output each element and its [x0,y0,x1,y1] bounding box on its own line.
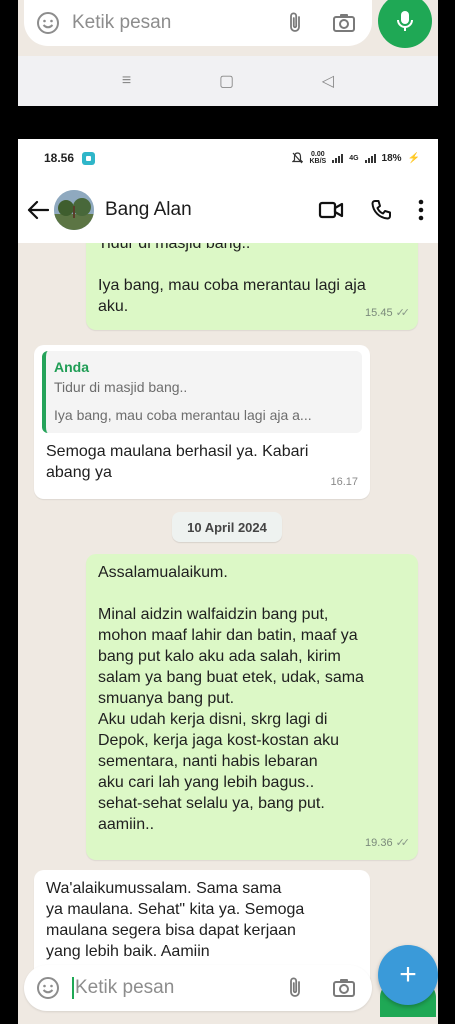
voice-call-icon[interactable] [370,199,392,221]
system-nav-bar: ≡ ▢ ◁ [18,56,438,106]
mute-icon [292,152,304,164]
mic-button[interactable] [378,0,432,48]
message-timestamp: 19.36 ✓✓ [365,833,411,854]
quote-line: Tidur di masjid bang.. [54,379,188,395]
home-button[interactable]: ▢ [219,71,234,91]
placeholder-text: Ketik pesan [75,977,175,998]
text-cursor [72,976,74,999]
attach-icon[interactable] [286,11,304,35]
message-line: sehat-sehat selalu ya, bang put. [98,795,325,812]
incoming-message[interactable]: Anda Tidur di masjid bang.. Iya bang, ma… [34,345,370,499]
message-line: sementara, nanti habis lebaran [98,753,318,770]
message-line: smuanya bang put. [98,690,235,707]
message-line: mohon maaf lahir dan batin, maaf ya [98,627,358,644]
network-speed: 0.00 KB/S [309,151,326,165]
more-options-icon[interactable] [418,199,424,221]
message-line: Aku udah kerja disni, skrg lagi di [98,711,328,728]
chat-header: Bang Alan [18,177,438,243]
chat-screen: 18.56 0.00 KB/S 4G 18% ⚡ Bang Alan Tidur… [18,139,438,1024]
message-list[interactable]: Tidur di masjid bang.. Iya bang, mau cob… [18,243,438,1024]
add-fab-button[interactable]: + [378,945,438,1005]
network-type: 4G [349,154,359,162]
outgoing-message[interactable]: Tidur di masjid bang.. Iya bang, mau cob… [86,243,418,330]
top-message-input[interactable]: Ketik pesan [24,0,372,46]
message-line: Minal aidzin walfaidzin bang put, [98,606,329,623]
message-timestamp: 15.45 ✓✓ [365,303,411,324]
message-line: aamiin.. [98,816,155,833]
message-line: abang ya [46,464,112,481]
app-notification-icon [82,151,96,165]
message-line: bang put kalo aku ada salah, kirim [98,648,341,665]
top-input-placeholder: Ketik pesan [72,12,172,33]
message-line: Iya bang, mau coba merantau lagi aja [98,277,366,294]
message-line: yang lebih baik. Aamiin [46,943,210,960]
date-separator: 10 April 2024 [172,512,282,542]
speed-value: 0.00 [311,151,325,158]
message-line: salam ya bang buat etek, udak, sama [98,669,364,686]
message-line: Wa'alaikumussalam. Sama sama [46,880,282,897]
message-line: maulana segera bisa dapat kerjaan [46,922,296,939]
message-line: Tidur di masjid bang.. [98,243,251,252]
message-input-placeholder: Ketik pesan [72,976,175,999]
outgoing-message[interactable]: Assalamualaikum. Minal aidzin walfaidzin… [86,554,418,860]
read-ticks-icon: ✓✓ [395,307,411,319]
message-time: 16.17 [330,476,358,488]
video-call-icon[interactable] [318,200,344,220]
message-time: 19.36 [365,837,393,849]
mic-icon [396,9,414,33]
message-timestamp: 16.17 [330,472,358,493]
camera-icon[interactable] [332,12,356,34]
battery-level: 18% [381,152,402,164]
message-line [98,254,406,275]
plus-icon: + [399,958,417,991]
status-time: 18.56 [44,151,75,165]
message-input[interactable]: Ketik pesan [24,965,372,1011]
camera-icon[interactable] [332,977,356,999]
previous-screen-fragment: Ketik pesan ≡ ▢ ◁ [18,0,438,106]
emoji-icon[interactable] [36,11,60,35]
attach-icon[interactable] [286,976,304,1000]
message-time: 15.45 [365,307,393,319]
contact-avatar[interactable] [54,190,94,230]
signal-icon [332,153,344,163]
message-line: Semoga maulana berhasil ya. Kabari [46,443,309,460]
status-bar: 18.56 0.00 KB/S 4G 18% ⚡ [18,139,438,177]
message-line: aku cari lah yang lebih bagus.. [98,774,315,791]
message-line [98,583,406,604]
charging-icon: ⚡ [407,152,420,164]
quote-author: Anda [54,359,89,375]
back-arrow-icon[interactable] [26,198,50,222]
message-line: Assalamualaikum. [98,564,228,581]
message-line: aku. [98,298,129,315]
speed-unit: KB/S [309,158,327,165]
quoted-message[interactable]: Anda Tidur di masjid bang.. Iya bang, ma… [42,351,362,433]
emoji-icon[interactable] [36,976,60,1000]
recent-apps-button[interactable]: ≡ [122,72,131,90]
message-line: Depok, kerja jaga kost-kostan aku [98,732,340,749]
signal-icon-2 [364,153,376,163]
contact-name[interactable]: Bang Alan [105,199,192,221]
back-button[interactable]: ◁ [322,71,334,91]
quote-line: Iya bang, mau coba merantau lagi aja a..… [54,407,312,423]
read-ticks-icon: ✓✓ [395,837,411,849]
message-line: ya maulana. Sehat" kita ya. Semoga [46,901,305,918]
